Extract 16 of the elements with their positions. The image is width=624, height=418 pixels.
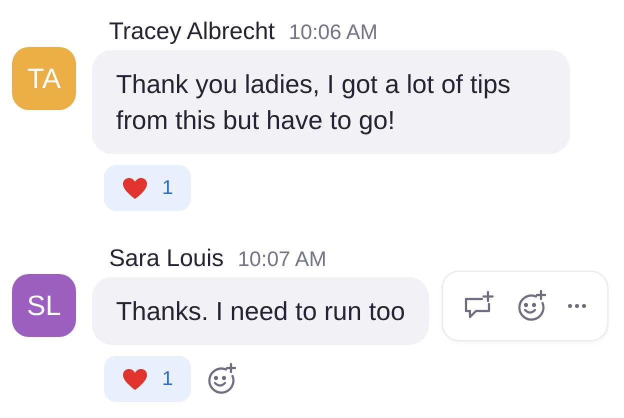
more-icon[interactable] [567,303,588,309]
heart-icon [122,176,148,200]
message-time: 10:06 AM [288,21,378,45]
avatar: SL [12,274,76,337]
reaction-count: 1 [162,368,174,390]
heart-icon [122,368,148,390]
avatar: TA [12,47,76,110]
message-time: 10:07 AM [238,248,326,272]
add-comment-icon[interactable] [463,291,496,321]
message-bubble: Thank you ladies, I got a lot of tips from this but have to go! [92,50,570,154]
sender-name: Sara Louis [109,245,224,273]
reaction-count: 1 [162,176,174,200]
message-bubble: Thanks. I need to run too [92,277,430,345]
sender-name: Tracey Albrecht [109,18,275,46]
reaction-chip[interactable]: 1 [104,165,192,211]
reaction-chip[interactable]: 1 [104,356,192,402]
